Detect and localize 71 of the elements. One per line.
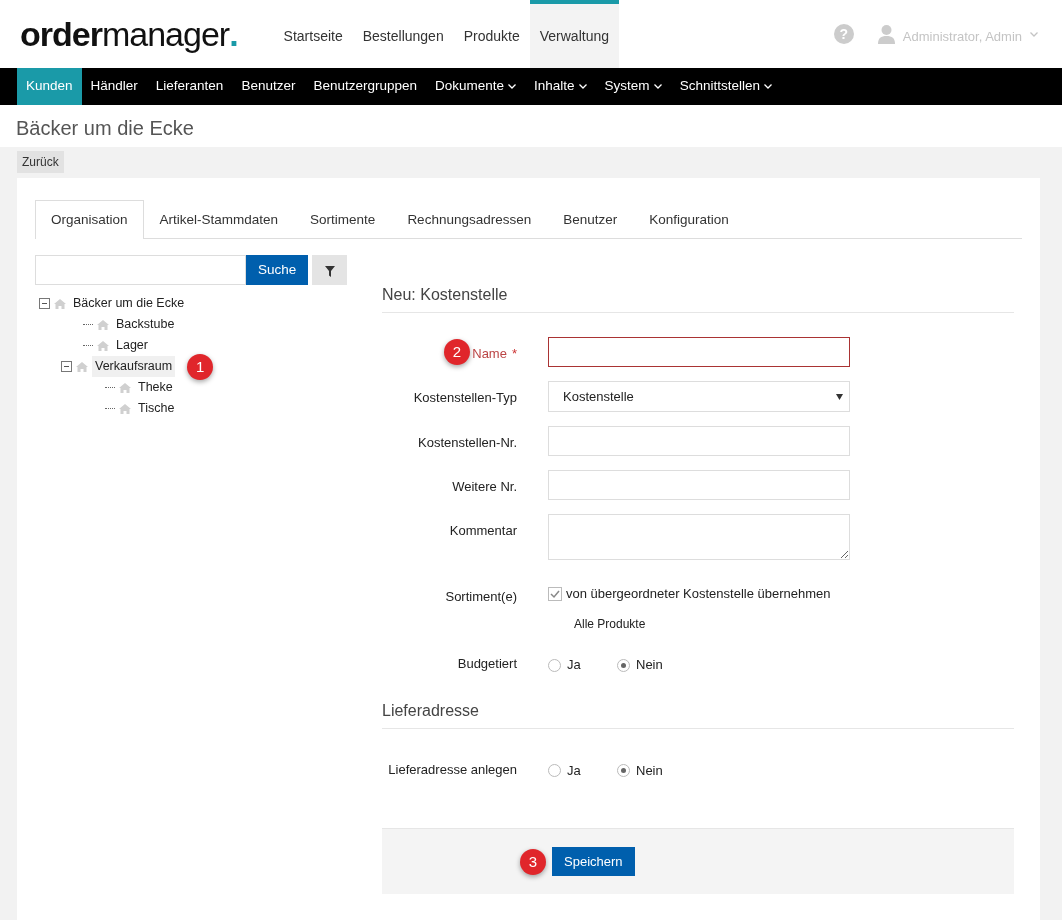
caret-icon — [1030, 31, 1038, 37]
note-text: Alle Produkte — [574, 616, 647, 634]
nav-item[interactable]: Benutzer — [232, 68, 305, 105]
house-icon — [119, 382, 131, 393]
nav-tab[interactable]: Produkte — [453, 0, 530, 68]
house-icon — [97, 340, 109, 351]
field-label: Sortiment(e) — [445, 588, 517, 604]
tab[interactable]: Artikel-Stammdaten — [143, 200, 295, 240]
step-marker: 1 — [187, 353, 214, 380]
tree-item[interactable]: Theke — [135, 377, 176, 399]
caret-icon — [578, 84, 587, 89]
save-button[interactable]: Speichern — [552, 847, 635, 877]
house-icon — [119, 403, 131, 414]
dropdown-menu-item[interactable]: Dokumente — [426, 68, 526, 105]
tree-item[interactable]: Tische — [135, 398, 178, 420]
tab[interactable]: Organisation — [35, 200, 144, 240]
step-marker: 2 — [444, 339, 470, 366]
field-label: Name — [472, 346, 507, 362]
caret-icon — [763, 84, 772, 89]
filter-icon — [324, 265, 335, 277]
tab[interactable]: Sortimente — [294, 200, 392, 240]
back-button[interactable]: Zurück — [17, 151, 64, 173]
radio-label: Ja — [567, 761, 582, 780]
dropdown-menu-item[interactable]: Inhalte — [525, 68, 596, 105]
tree-item[interactable]: Bäcker um die Ecke — [70, 293, 188, 315]
nav-tab[interactable]: Verwaltung — [529, 0, 619, 68]
dropdown-menu-item[interactable]: System — [595, 68, 671, 105]
search-button[interactable]: Suche — [246, 255, 309, 286]
search-field[interactable] — [35, 255, 246, 286]
tab[interactable]: Benutzer — [547, 200, 634, 240]
tab[interactable]: Rechnungsadressen — [391, 200, 548, 240]
house-icon — [54, 298, 66, 309]
field-label: Kostenstellen-Typ — [413, 390, 517, 406]
caret-icon — [653, 84, 662, 89]
field-label: Kostenstellen-Nr. — [418, 435, 517, 451]
logo: ordermanager. — [20, 17, 238, 51]
nav-tab[interactable]: Bestellungen — [352, 0, 454, 68]
section-heading: Neu: Kostenstelle — [382, 283, 1014, 314]
caret-icon — [508, 84, 517, 89]
nav-item[interactable]: Benutzergruppen — [304, 68, 426, 105]
field-label: Kommentar — [449, 523, 517, 539]
field-label: Weitere Nr. — [452, 479, 517, 495]
section-heading: Lieferadresse — [382, 698, 1014, 729]
user-icon — [877, 24, 895, 44]
input-field[interactable] — [548, 337, 850, 368]
page-title: Bäcker um die Ecke — [0, 105, 1062, 147]
required-mark: * — [511, 346, 517, 362]
nav-item[interactable]: Lieferanten — [146, 68, 233, 105]
nav-tab[interactable]: Startseite — [273, 0, 353, 68]
tab[interactable]: Konfiguration — [633, 200, 745, 240]
comment-field[interactable] — [548, 514, 850, 561]
nav-item[interactable]: Händler — [81, 68, 147, 105]
dropdown-field[interactable]: Kostenstelle — [548, 381, 850, 413]
checkbox-label: von übergeordneter Kostenstelle übernehmen — [566, 584, 831, 603]
filter-button[interactable] — [312, 255, 348, 286]
house-icon — [97, 319, 109, 330]
radio-label: Nein — [636, 761, 664, 780]
tree-item[interactable]: Backstube — [113, 314, 178, 336]
collapse-toggle[interactable] — [61, 361, 72, 373]
field-label: Lieferadresse anlegen — [388, 761, 517, 777]
collapse-toggle[interactable] — [39, 298, 50, 310]
radio-label: Ja — [567, 656, 582, 675]
tree-item[interactable]: Lager — [113, 335, 151, 357]
caret-icon — [836, 393, 843, 400]
field-label: Budgetiert — [457, 656, 517, 672]
checkbox[interactable] — [548, 586, 562, 601]
dropdown-menu-item[interactable]: Schnittstellen — [670, 68, 781, 105]
step-marker: 3 — [520, 848, 546, 875]
radio-label: Nein — [636, 656, 664, 675]
tree-item[interactable]: Verkaufsraum — [92, 356, 176, 378]
house-icon — [76, 361, 88, 372]
